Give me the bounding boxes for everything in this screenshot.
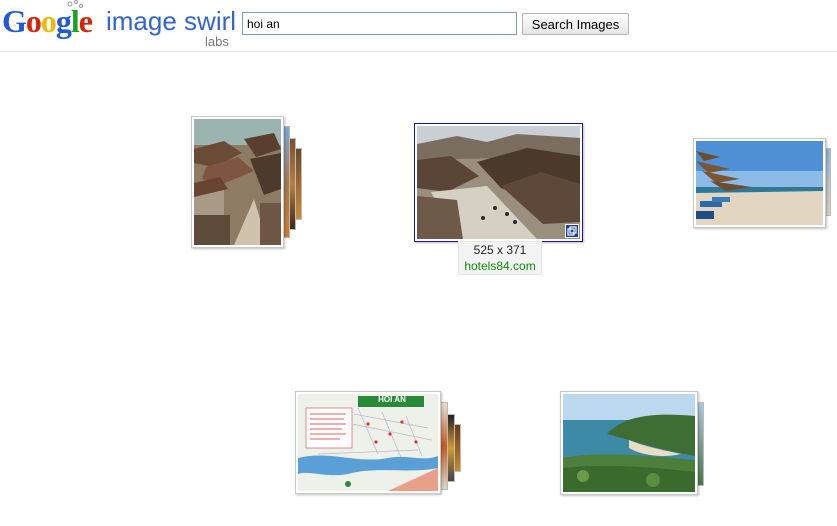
image-dimensions: 525 x 371: [473, 243, 527, 257]
expand-icon[interactable]: [565, 224, 579, 238]
search-images-button[interactable]: Search Images: [522, 13, 629, 35]
town-rooftops-photo: [194, 119, 281, 245]
image-source-link[interactable]: hotels84.com: [459, 258, 541, 274]
image-thumbnail[interactable]: [693, 138, 826, 228]
image-thumbnail[interactable]: [560, 391, 698, 495]
selected-image-thumbnail[interactable]: [414, 123, 583, 242]
logo-letter: o: [25, 3, 42, 39]
product-name: image swirl: [106, 6, 237, 36]
city-map-image: [298, 394, 438, 491]
labs-label: labs: [205, 34, 229, 49]
image-thumbnail[interactable]: HOI AN: [295, 391, 441, 494]
header: Google image swirl labs Search Images: [0, 0, 837, 52]
flask-icon: [67, 0, 83, 8]
street-scene-photo: [417, 126, 580, 239]
beach-photo: [696, 141, 823, 225]
image-caption: 525 x 371 hotels84.com: [458, 241, 542, 275]
image-thumbnail[interactable]: [191, 116, 284, 248]
map-title: HOI AN: [378, 395, 406, 404]
logo-letter: G: [2, 3, 27, 39]
logo-letter: o: [40, 3, 57, 39]
search-input[interactable]: [242, 12, 517, 35]
coastline-photo: [563, 394, 695, 492]
